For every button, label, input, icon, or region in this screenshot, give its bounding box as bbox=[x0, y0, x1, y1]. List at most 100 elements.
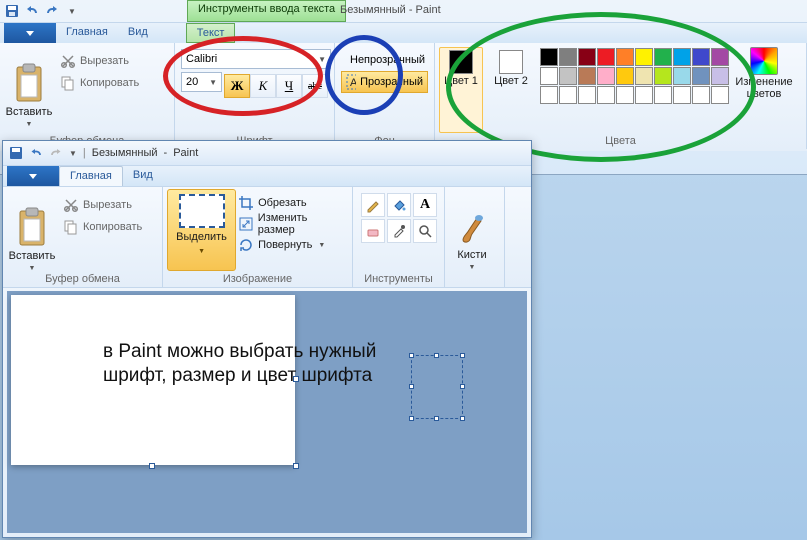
save-icon[interactable] bbox=[9, 146, 23, 160]
palette-swatch[interactable] bbox=[711, 48, 729, 66]
paste-button[interactable]: Вставить ▼ bbox=[4, 45, 54, 131]
tool-magnifier[interactable] bbox=[413, 219, 437, 243]
palette-swatch[interactable] bbox=[616, 86, 634, 104]
font-family-combo[interactable]: Calibri▼ bbox=[181, 49, 331, 69]
palette-swatch[interactable] bbox=[711, 86, 729, 104]
palette-swatch[interactable] bbox=[635, 67, 653, 85]
undo-icon[interactable] bbox=[29, 146, 43, 160]
underline-button[interactable]: Ч bbox=[276, 74, 302, 98]
tool-text[interactable]: A bbox=[413, 193, 437, 217]
bold-button[interactable]: Ж bbox=[224, 74, 250, 98]
caret-down-icon: ▼ bbox=[26, 121, 33, 128]
tab-view[interactable]: Вид bbox=[118, 23, 158, 43]
italic-button[interactable]: К bbox=[250, 74, 276, 98]
color1-button[interactable]: Цвет 1 bbox=[439, 47, 483, 133]
text-selection-box[interactable] bbox=[411, 355, 463, 419]
qat-dropdown-icon[interactable]: ▼ bbox=[64, 3, 80, 19]
scissors-icon bbox=[63, 197, 79, 213]
palette-swatch[interactable] bbox=[540, 86, 558, 104]
resize-button[interactable]: Изменить размер bbox=[238, 214, 346, 234]
copy-button[interactable]: Копировать bbox=[63, 217, 142, 237]
palette-swatch[interactable] bbox=[673, 48, 691, 66]
font-size-combo[interactable]: 20▼ bbox=[181, 72, 222, 92]
palette-swatch[interactable] bbox=[540, 48, 558, 66]
tool-fill[interactable] bbox=[387, 193, 411, 217]
palette-swatch[interactable] bbox=[616, 67, 634, 85]
strikethrough-button[interactable]: abc bbox=[302, 74, 328, 98]
title-separator: - bbox=[164, 147, 168, 159]
palette-swatch[interactable] bbox=[540, 67, 558, 85]
resize-handle-s[interactable] bbox=[149, 463, 155, 469]
transparent-label: Прозрачный bbox=[360, 76, 423, 88]
tool-picker[interactable] bbox=[387, 219, 411, 243]
palette-swatch[interactable] bbox=[654, 86, 672, 104]
resize-handle-se[interactable] bbox=[293, 463, 299, 469]
group-clipboard: Вставить ▼ Вырезать Копировать Буфер обм… bbox=[3, 187, 163, 287]
palette-swatch[interactable] bbox=[559, 86, 577, 104]
color2-swatch bbox=[499, 50, 523, 74]
transparent-button[interactable]: A Прозрачный bbox=[341, 71, 428, 93]
tab-view[interactable]: Вид bbox=[123, 166, 163, 186]
group-label-tools: Инструменты bbox=[353, 273, 444, 285]
palette-swatch[interactable] bbox=[673, 86, 691, 104]
copy-icon bbox=[60, 75, 76, 91]
palette-swatch[interactable] bbox=[597, 67, 615, 85]
brushes-button[interactable]: Кисти ▼ bbox=[449, 189, 495, 271]
tool-pencil[interactable] bbox=[361, 193, 385, 217]
canvas-text: в Paint можно выбрать нужный шрифт, разм… bbox=[103, 340, 423, 388]
tab-home[interactable]: Главная bbox=[59, 166, 123, 186]
crop-button[interactable]: Обрезать bbox=[238, 193, 346, 213]
palette-swatch[interactable] bbox=[692, 67, 710, 85]
opaque-button[interactable]: A Непрозрачный bbox=[341, 49, 428, 71]
edit-colors-button[interactable]: Изменение цветов bbox=[736, 47, 792, 133]
file-menu-button[interactable] bbox=[7, 166, 59, 186]
redo-icon[interactable] bbox=[44, 3, 60, 19]
undo-icon[interactable] bbox=[24, 3, 40, 19]
save-icon[interactable] bbox=[4, 3, 20, 19]
palette-swatch[interactable] bbox=[597, 86, 615, 104]
color2-label: Цвет 2 bbox=[494, 76, 528, 88]
rotate-label: Повернуть bbox=[258, 239, 312, 251]
cut-button[interactable]: Вырезать bbox=[60, 51, 139, 71]
doc-name: Безымянный bbox=[340, 4, 406, 16]
resize-icon bbox=[238, 216, 254, 232]
opaque-label: Непрозрачный bbox=[350, 54, 425, 66]
text-tools-contextual-tab: Инструменты ввода текста bbox=[187, 0, 346, 22]
group-label-clipboard: Буфер обмена bbox=[3, 273, 162, 285]
cut-button[interactable]: Вырезать bbox=[63, 195, 142, 215]
palette-swatch[interactable] bbox=[578, 86, 596, 104]
palette-swatch[interactable] bbox=[692, 48, 710, 66]
palette-swatch[interactable] bbox=[654, 67, 672, 85]
palette-swatch[interactable] bbox=[559, 48, 577, 66]
rotate-button[interactable]: Повернуть ▼ bbox=[238, 235, 346, 255]
palette-swatch[interactable] bbox=[597, 48, 615, 66]
qat-dropdown-icon[interactable]: ▼ bbox=[69, 149, 77, 158]
palette-swatch[interactable] bbox=[654, 48, 672, 66]
tool-eraser[interactable] bbox=[361, 219, 385, 243]
select-rect-icon bbox=[179, 194, 225, 228]
palette-swatch[interactable] bbox=[559, 67, 577, 85]
clipboard-icon bbox=[11, 63, 47, 105]
redo-icon[interactable] bbox=[49, 146, 63, 160]
edit-colors-label: Изменение цветов bbox=[735, 77, 792, 100]
palette-swatch[interactable] bbox=[635, 48, 653, 66]
palette-swatch[interactable] bbox=[711, 67, 729, 85]
palette-swatch[interactable] bbox=[692, 86, 710, 104]
palette-swatch[interactable] bbox=[673, 67, 691, 85]
color1-label: Цвет 1 bbox=[444, 76, 478, 88]
tab-home[interactable]: Главная bbox=[56, 23, 118, 43]
copy-button[interactable]: Копировать bbox=[60, 73, 139, 93]
scissors-icon bbox=[60, 53, 76, 69]
tab-text[interactable]: Текст bbox=[186, 23, 236, 43]
color2-button[interactable]: Цвет 2 bbox=[489, 47, 533, 133]
svg-text:A: A bbox=[350, 77, 356, 89]
palette-swatch[interactable] bbox=[578, 48, 596, 66]
file-menu-button[interactable] bbox=[4, 23, 56, 43]
palette-swatch[interactable] bbox=[635, 86, 653, 104]
resize-label: Изменить размер bbox=[258, 212, 346, 236]
palette-swatch[interactable] bbox=[578, 67, 596, 85]
palette-swatch[interactable] bbox=[616, 48, 634, 66]
strike-label: abc bbox=[308, 81, 322, 92]
select-button[interactable]: Выделить ▼ bbox=[167, 189, 236, 271]
paste-button[interactable]: Вставить ▼ bbox=[7, 189, 57, 275]
